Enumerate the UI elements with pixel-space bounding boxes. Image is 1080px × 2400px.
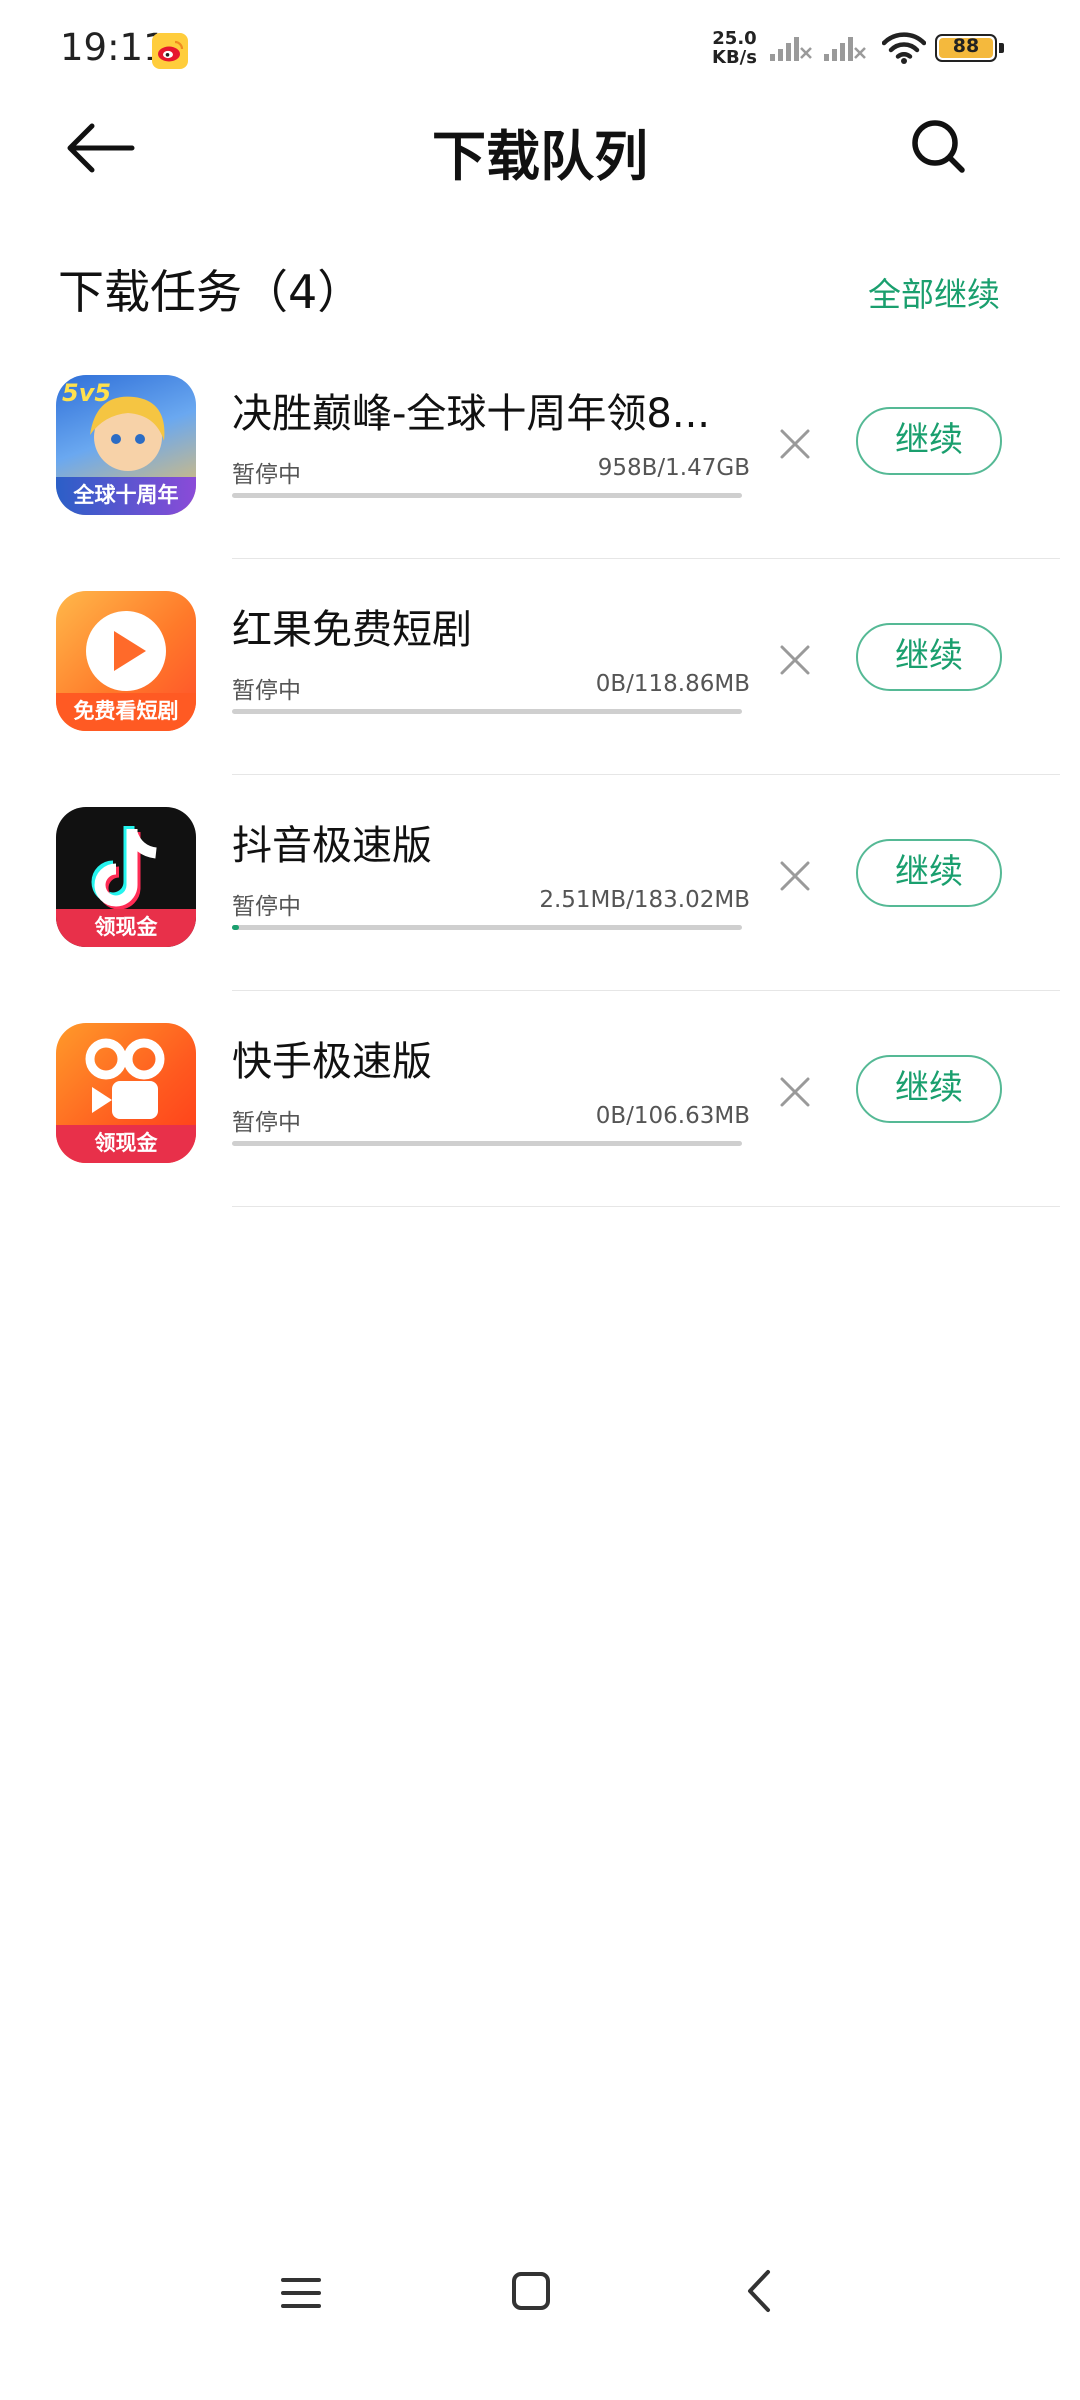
signal-icon <box>770 37 812 61</box>
task-size: 0B/106.63MB <box>595 1103 750 1129</box>
wifi-icon <box>882 32 926 64</box>
battery-indicator: 88 <box>935 34 1004 62</box>
task-status: 暂停中 <box>232 1110 301 1136</box>
progress-bar <box>232 493 742 498</box>
chevron-left-icon[interactable] <box>742 2268 776 2314</box>
resume-all-button[interactable]: 全部继续 <box>868 268 1000 316</box>
status-bar: 19:11 25.0 KB/s 88 <box>0 0 1080 100</box>
close-icon[interactable] <box>778 643 812 677</box>
task-status: 暂停中 <box>232 894 301 920</box>
task-size: 2.51MB/183.02MB <box>539 887 750 913</box>
section-title: 下载任务（4） <box>58 265 364 319</box>
net-speed-unit: KB/s <box>712 47 757 68</box>
divider <box>232 1205 1060 1207</box>
download-task: 领现金 快手极速版 暂停中 0B/106.63MB 继续 <box>0 991 1080 1207</box>
download-task: 领现金 抖音极速版 暂停中 2.51MB/183.02MB 继续 <box>0 775 1080 991</box>
icon-badge: 领现金 <box>56 909 196 947</box>
progress-bar <box>232 709 742 714</box>
game-icon[interactable]: 5v5 全球十周年 <box>56 375 196 515</box>
progress-fill <box>232 925 240 930</box>
task-size: 0B/118.86MB <box>595 671 750 697</box>
search-icon <box>912 120 965 173</box>
net-speed-value: 25.0 <box>712 28 757 49</box>
close-icon[interactable] <box>778 427 812 461</box>
download-task: 5v5 全球十周年 决胜巅峰-全球十周年领8... 暂停中 958B/1.47G… <box>0 343 1080 559</box>
home-icon[interactable] <box>510 2270 552 2312</box>
close-icon[interactable] <box>778 1075 812 1109</box>
resume-button[interactable]: 继续 <box>856 407 1002 475</box>
progress-bar <box>232 1141 742 1146</box>
task-name: 抖音极速版 <box>232 823 432 869</box>
net-speed: 25.0 KB/s <box>712 29 757 67</box>
resume-button[interactable]: 继续 <box>856 1055 1002 1123</box>
search-button[interactable] <box>908 116 968 176</box>
task-status: 暂停中 <box>232 462 301 488</box>
task-name: 快手极速版 <box>232 1039 432 1085</box>
download-task: 免费看短剧 红果免费短剧 暂停中 0B/118.86MB 继续 <box>0 559 1080 775</box>
task-name: 决胜巅峰-全球十周年领8... <box>232 391 711 437</box>
signal-icon <box>824 37 866 61</box>
resume-button[interactable]: 继续 <box>856 839 1002 907</box>
battery-tip <box>999 43 1004 53</box>
kuaishou-icon[interactable]: 领现金 <box>56 1023 196 1163</box>
progress-bar <box>232 925 742 930</box>
menu-icon[interactable] <box>280 2272 322 2314</box>
status-time: 19:11 <box>60 26 167 69</box>
douyin-icon[interactable]: 领现金 <box>56 807 196 947</box>
icon-badge: 免费看短剧 <box>56 693 196 731</box>
icon-badge: 全球十周年 <box>56 477 196 515</box>
icon-badge-top: 5v5 <box>62 379 112 407</box>
play-icon[interactable]: 免费看短剧 <box>56 591 196 731</box>
weibo-icon <box>152 33 188 69</box>
close-icon[interactable] <box>778 859 812 893</box>
battery-level: 88 <box>952 35 980 57</box>
task-size: 958B/1.47GB <box>597 455 750 481</box>
task-status: 暂停中 <box>232 678 301 704</box>
resume-button[interactable]: 继续 <box>856 623 1002 691</box>
task-name: 红果免费短剧 <box>232 607 472 653</box>
icon-badge: 领现金 <box>56 1125 196 1163</box>
